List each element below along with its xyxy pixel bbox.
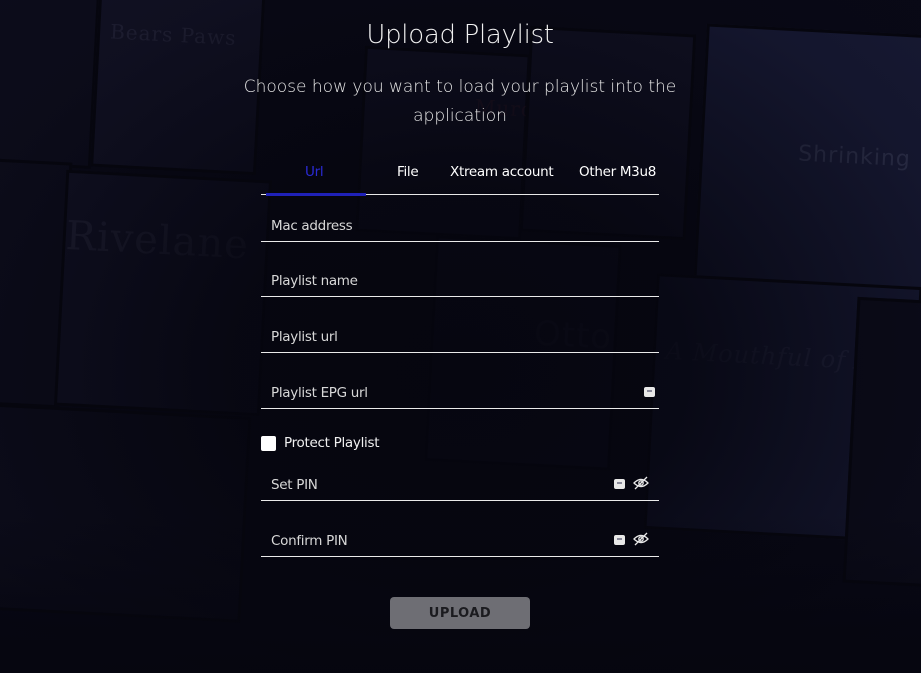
playlist-epg-url-field xyxy=(261,378,659,409)
set-pin-input[interactable] xyxy=(271,474,609,496)
keyboard-icon[interactable] xyxy=(614,535,625,545)
tab-bar: Url File Xtream account Other M3u8 xyxy=(261,152,659,196)
playlist-name-field xyxy=(261,266,659,297)
tab-file[interactable]: File xyxy=(397,164,419,180)
set-pin-field xyxy=(261,470,659,501)
protect-playlist-label: Protect Playlist xyxy=(284,435,380,451)
mac-address-field xyxy=(261,211,659,242)
mac-address-input[interactable] xyxy=(271,215,609,237)
tab-url[interactable]: Url xyxy=(305,164,324,180)
tab-xtream-account[interactable]: Xtream account xyxy=(450,164,554,180)
eye-off-icon[interactable] xyxy=(633,476,649,490)
confirm-pin-field xyxy=(261,526,659,557)
tab-other-m3u8[interactable]: Other M3u8 xyxy=(579,164,656,180)
eye-off-icon[interactable] xyxy=(633,532,649,546)
keyboard-icon[interactable] xyxy=(644,387,655,397)
playlist-epg-url-input[interactable] xyxy=(271,382,609,404)
playlist-url-input[interactable] xyxy=(271,326,609,348)
protect-playlist-checkbox[interactable] xyxy=(261,436,276,451)
page-subtitle: Choose how you want to load your playlis… xyxy=(243,77,677,126)
page-title: Upload Playlist xyxy=(366,20,554,50)
keyboard-icon[interactable] xyxy=(614,479,625,489)
confirm-pin-input[interactable] xyxy=(271,530,609,552)
playlist-name-input[interactable] xyxy=(271,270,609,292)
active-tab-indicator xyxy=(266,193,366,196)
upload-button[interactable]: UPLOAD xyxy=(390,597,530,629)
playlist-url-field xyxy=(261,322,659,353)
